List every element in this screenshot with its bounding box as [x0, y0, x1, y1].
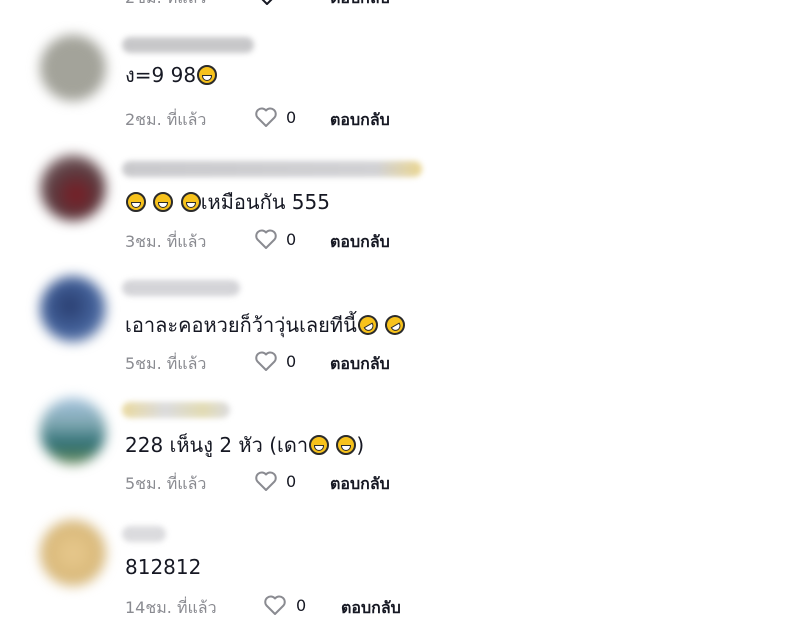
comment-item: เหมือนกัน 555 3ชม. ที่แล้ว 0 ตอบกลับ: [0, 155, 800, 265]
reply-button[interactable]: ตอบกลับ: [330, 108, 390, 133]
comment-text: เอาละคอหวยก็ว้าวุ่นเลยทีนี้: [125, 311, 409, 339]
avatar[interactable]: [40, 398, 106, 464]
comment-time: 2ชม. ที่แล้ว: [125, 0, 206, 11]
comment-text: 228 เห็นงู 2 หัว (เดา ): [125, 433, 365, 457]
comment-time: 5ชม. ที่แล้ว: [125, 354, 207, 373]
reply-button[interactable]: ตอบกลับ: [330, 0, 390, 11]
username-blurred[interactable]: [122, 280, 240, 296]
grinning-sweat-icon: [153, 192, 174, 212]
comment-time: 2ชม. ที่แล้ว: [125, 110, 207, 129]
comment-item: 812812 14ชม. ที่แล้ว 0 ตอบกลับ: [0, 520, 800, 630]
comment-time: 3ชม. ที่แล้ว: [125, 232, 207, 251]
reply-button[interactable]: ตอบกลับ: [330, 472, 390, 497]
like-count: 0: [286, 230, 297, 249]
reply-button[interactable]: ตอบกลับ: [330, 230, 390, 255]
like-count: 0: [286, 472, 297, 491]
avatar[interactable]: [40, 35, 106, 101]
avatar[interactable]: [40, 276, 106, 342]
like-count: 0: [286, 352, 297, 371]
username-blurred[interactable]: [122, 161, 422, 177]
reply-button[interactable]: ตอบกลับ: [341, 596, 401, 621]
like-icon[interactable]: [263, 594, 287, 616]
like-icon[interactable]: [254, 350, 278, 372]
comment-time: 14ชม. ที่แล้ว: [125, 598, 217, 617]
comment-time: 5ชม. ที่แล้ว: [125, 474, 207, 493]
reply-button[interactable]: ตอบกลับ: [330, 352, 390, 377]
like-icon[interactable]: [255, 0, 279, 10]
comment-item: ง=9 98 2ชม. ที่แล้ว 0 ตอบกลับ: [0, 35, 800, 145]
like-count: 0: [286, 108, 297, 127]
avatar[interactable]: [40, 155, 106, 221]
like-icon[interactable]: [254, 228, 278, 250]
grinning-sweat-icon: [336, 435, 357, 455]
partial-comment-top: 2ชม. ที่แล้ว ตอบกลับ: [0, 0, 800, 7]
rofl-icon: [354, 311, 382, 339]
comment-text: เหมือนกัน 555: [125, 189, 330, 215]
username-blurred[interactable]: [122, 37, 254, 53]
rofl-icon: [381, 311, 409, 339]
comment-item: 228 เห็นงู 2 หัว (เดา ) 5ชม. ที่แล้ว 0 ต…: [0, 398, 800, 508]
comment-text: ง=9 98: [125, 62, 218, 88]
grinning-sweat-icon: [126, 192, 146, 212]
avatar[interactable]: [40, 520, 106, 586]
like-icon[interactable]: [254, 106, 278, 128]
comment-item: เอาละคอหวยก็ว้าวุ่นเลยทีนี้ 5ชม. ที่แล้ว…: [0, 276, 800, 386]
like-count: 0: [296, 596, 307, 615]
grinning-sweat-icon: [309, 435, 330, 455]
like-icon[interactable]: [254, 470, 278, 492]
username-blurred[interactable]: [122, 402, 230, 418]
username-blurred[interactable]: [122, 526, 166, 542]
grinning-sweat-icon: [180, 192, 201, 212]
comment-text: 812812: [125, 555, 202, 579]
grinning-sweat-icon: [197, 65, 218, 85]
